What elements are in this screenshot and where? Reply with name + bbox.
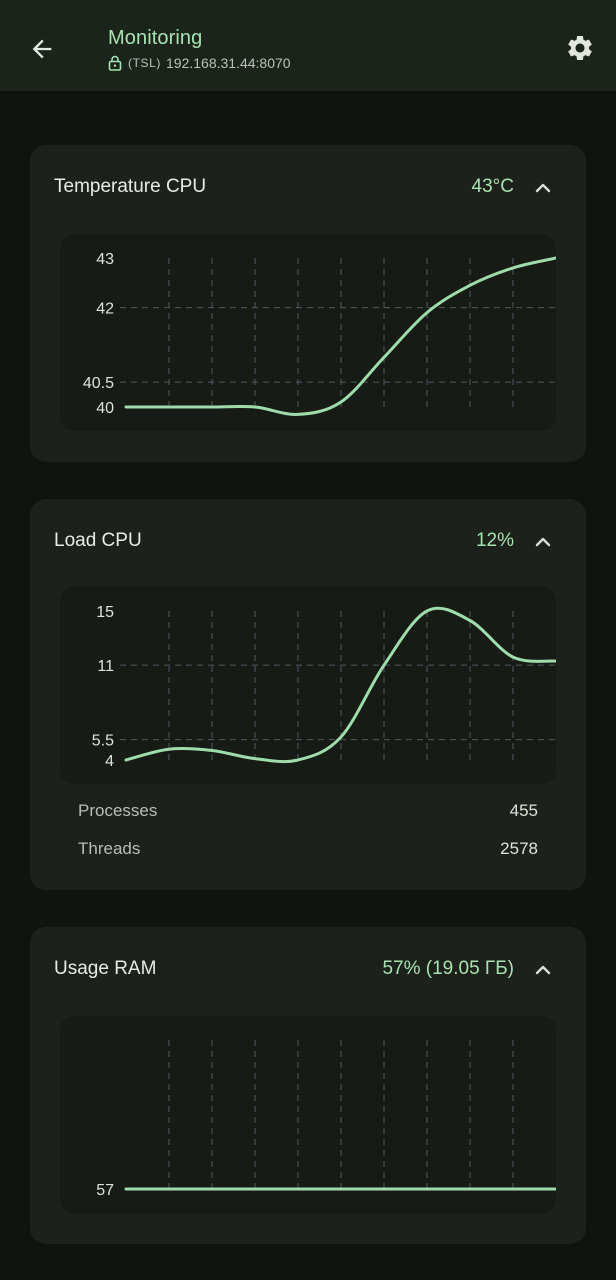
page-title: Monitoring [108, 27, 203, 49]
load-card-header[interactable]: Load CPU 12% [30, 499, 586, 583]
processes-value: 455 [509, 801, 538, 820]
gear-icon [568, 36, 592, 60]
y-tick-label: 11 [97, 658, 114, 675]
connection-info: (TSL) 192.168.31.44:8070 [108, 54, 291, 72]
ram-card-header[interactable]: Usage RAM 57% (19.05 ГБ) [30, 927, 586, 1011]
ram-card: Usage RAM 57% (19.05 ГБ) 57 [30, 927, 586, 1244]
temperature-card: Temperature CPU 43°C 43 42 40.5 40 [30, 145, 586, 462]
processes-row: Processes 455 [78, 801, 538, 825]
card-title: Load CPU [54, 530, 142, 551]
y-tick-label: 4 [105, 753, 114, 770]
title-block: Monitoring (TSL) 192.168.31.44:8070 [108, 26, 291, 72]
back-button[interactable] [22, 29, 62, 69]
settings-button[interactable] [560, 28, 600, 68]
series-line [124, 606, 556, 764]
ram-chart-svg: 57 [96, 1040, 556, 1199]
temperature-card-header[interactable]: Temperature CPU 43°C [30, 145, 586, 229]
y-tick-label: 40 [96, 400, 114, 417]
y-tick-label: 15 [96, 604, 114, 621]
load-card: Load CPU 12% 15 11 5.5 4 Processes 455 Thre… [30, 499, 586, 890]
y-tick-label: 43 [96, 251, 114, 268]
threads-row: Threads 2578 [78, 839, 538, 863]
load-chart-svg: 15 11 5.5 4 [92, 604, 556, 770]
chevron-up-icon[interactable] [530, 957, 556, 983]
y-tick-label: 57 [96, 1182, 114, 1199]
y-tick-label: 42 [96, 301, 114, 318]
chevron-up-icon[interactable] [530, 529, 556, 555]
chevron-up-icon[interactable] [530, 175, 556, 201]
y-tick-label: 40.5 [83, 375, 114, 392]
temperature-value: 43°C [471, 176, 514, 197]
ram-chart: 57 [60, 1016, 556, 1213]
arrow-left-icon [32, 39, 52, 59]
threads-label: Threads [78, 839, 141, 858]
temperature-chart-svg: 43 42 40.5 40 [83, 251, 556, 417]
load-value: 12% [475, 530, 514, 551]
server-address: 192.168.31.44:8070 [166, 55, 291, 71]
app-bar: Monitoring (TSL) 192.168.31.44:8070 [0, 0, 616, 91]
load-chart: 15 11 5.5 4 [60, 587, 556, 784]
temperature-chart: 43 42 40.5 40 [60, 234, 556, 431]
card-title: Temperature CPU [54, 176, 207, 197]
lock-icon [108, 55, 122, 71]
threads-value: 2578 [500, 839, 538, 858]
y-tick-label: 5.5 [92, 733, 114, 750]
ram-value: 57% (19.05 ГБ) [382, 958, 514, 979]
card-title: Usage RAM [54, 958, 157, 979]
protocol-label: (TSL) [128, 56, 161, 70]
processes-label: Processes [78, 801, 158, 820]
